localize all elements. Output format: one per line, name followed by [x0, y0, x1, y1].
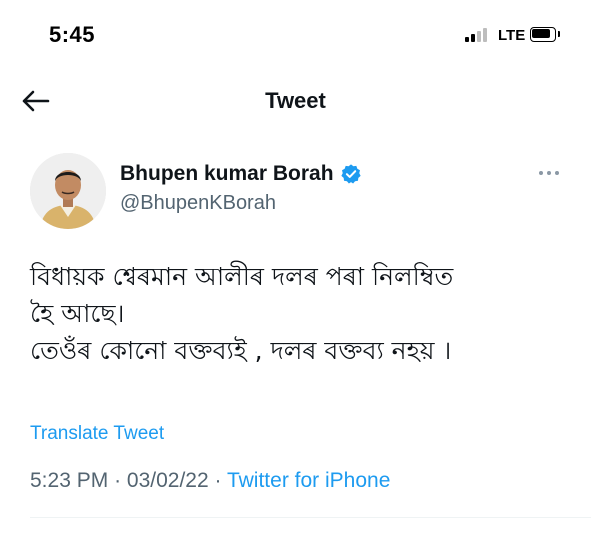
tweet-text-line: বিধায়ক শ্বেৰমান আলীৰ দলৰ পৰা নিলম্বিত	[30, 262, 454, 291]
author-handle[interactable]: @BhupenKBorah	[120, 192, 276, 215]
verified-badge-icon	[340, 164, 361, 184]
avatar[interactable]	[30, 153, 106, 229]
status-time: 5:45	[49, 22, 96, 47]
status-bar: 5:45 LTE	[0, 0, 591, 72]
more-options-icon[interactable]	[537, 166, 561, 180]
divider	[30, 517, 591, 518]
tweet-time[interactable]: 5:23 PM	[30, 469, 108, 492]
cropped-content-peek	[30, 528, 270, 537]
battery-icon	[530, 27, 560, 42]
tweet-date[interactable]: 03/02/22	[127, 469, 209, 492]
tweet-text-line: হৈ আছে।	[30, 299, 125, 328]
author-name-row[interactable]: Bhupen kumar Borah	[120, 160, 362, 188]
tweet-source-link[interactable]: Twitter for iPhone	[227, 469, 390, 492]
meta-separator: ·	[114, 469, 122, 492]
author-display-name[interactable]: Bhupen kumar Borah	[120, 162, 334, 186]
page-title: Tweet	[265, 88, 326, 113]
network-type: LTE	[498, 27, 526, 44]
tweet-metadata: 5:23 PM · 03/02/22 · Twitter for iPhone	[30, 469, 390, 493]
tweet-text: বিধায়ক শ্বেৰমান আলীৰ দলৰ পৰা নিলম্বিত হ…	[30, 258, 570, 369]
signal-strength-icon	[465, 28, 495, 42]
translate-tweet-link[interactable]: Translate Tweet	[30, 423, 164, 445]
meta-separator: ·	[214, 469, 222, 492]
nav-header: Tweet	[0, 72, 591, 132]
tweet-text-line: তেওঁৰ কোনো বক্তব্যই , দলৰ বক্তব্য নহয় ।	[30, 336, 452, 365]
